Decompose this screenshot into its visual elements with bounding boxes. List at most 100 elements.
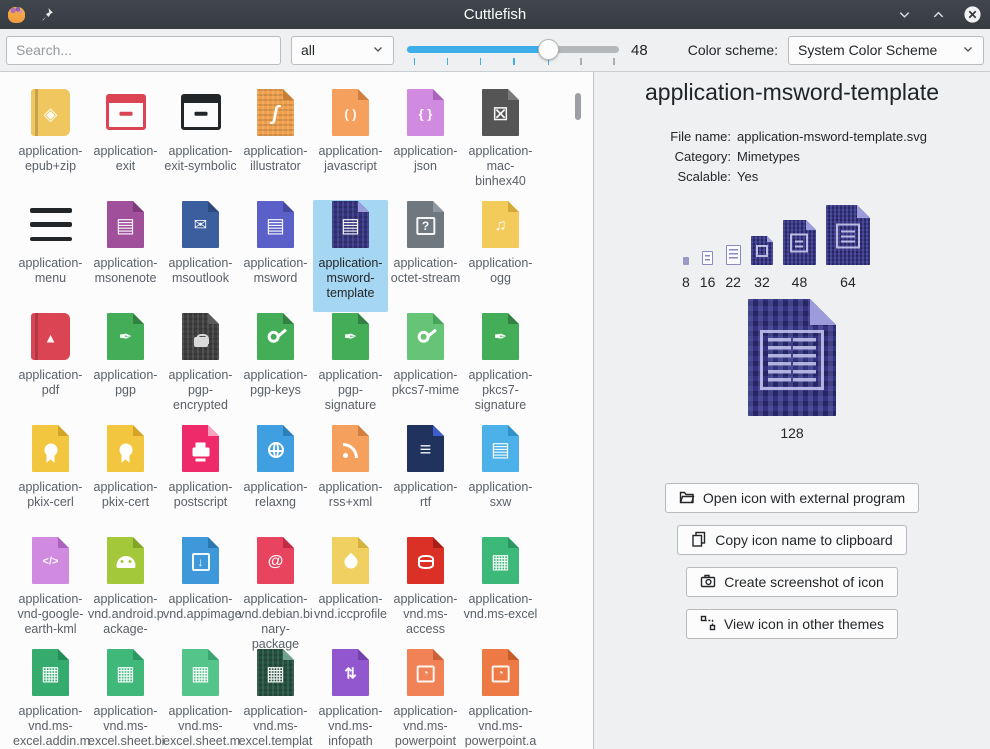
close-button[interactable] <box>963 5 982 24</box>
epub-diamond-emblem: ◈ <box>44 105 58 123</box>
icon-grid-item[interactable]: ✒ application-pgp-signature <box>313 312 388 424</box>
mimetype-icon <box>402 536 450 584</box>
preview-size-label: 64 <box>840 274 856 290</box>
icon-grid-item[interactable]: ʃ application-illustrator <box>238 88 313 200</box>
icon-grid-item[interactable]: application-vnd.android.package- <box>88 536 163 648</box>
icon-grid-item[interactable]: ≡ application-rtf <box>388 424 463 536</box>
envelope-emblem: ✉ <box>194 218 207 234</box>
size-preview: 32 <box>751 236 773 290</box>
icon-grid-item[interactable]: ◔ application-vnd.ms-powerpoint.a <box>463 648 538 749</box>
icon-grid-item[interactable]: ◈ application-epub+zip <box>13 88 88 200</box>
icon-label: application-vnd.ms-excel.addin.m <box>13 704 88 749</box>
icon-grid-item[interactable]: ✒ application-pgp <box>88 312 163 424</box>
icon-grid-item[interactable]: ▦ application-vnd.ms-excel <box>463 536 538 648</box>
icon-label: application-pgp-encrypted <box>163 368 238 413</box>
icon-grid-item[interactable]: { } application-json <box>388 88 463 200</box>
icon-grid-item[interactable]: ▦ application-vnd.ms-excel.sheet.bi <box>88 648 163 749</box>
pin-icon[interactable] <box>39 7 54 22</box>
icon-grid-item[interactable]: ▦ application-vnd.ms-excel.templat <box>238 648 313 749</box>
icon-grid-item[interactable]: application-rss+xml <box>313 424 388 536</box>
icon-grid-item[interactable]: application-vnd.ms-access <box>388 536 463 648</box>
slider-handle[interactable] <box>538 39 559 60</box>
mimetype-icon: ✒ <box>327 312 375 360</box>
icon-grid-item[interactable]: ✉ application-msoutlook <box>163 200 238 312</box>
maximize-button[interactable] <box>929 5 948 24</box>
details-fields: File name: application-msword-template.s… <box>594 127 990 187</box>
parens-emblem: ( ) <box>344 108 356 121</box>
icon-grid-item[interactable]: application-pgp-encrypted <box>163 312 238 424</box>
copy-name-button[interactable]: Copy icon name to clipboard <box>677 525 906 555</box>
icon-grid-item[interactable]: ↓ application-vnd.appimage <box>163 536 238 648</box>
icon-label: application-pgp-signature <box>313 368 388 413</box>
seal-emblem <box>44 444 57 457</box>
icon-grid-item[interactable]: ? application-octet-stream <box>388 200 463 312</box>
icon-label: application-vnd-google-earth-kml <box>13 592 88 637</box>
size-preview: 16 <box>700 251 716 290</box>
mimetype-icon <box>177 312 225 360</box>
icon-label: application-pkix-cert <box>88 480 163 510</box>
mimetype-icon <box>327 424 375 472</box>
icon-grid-item[interactable]: ▤ application-msword-template <box>313 200 388 312</box>
icon-grid-item[interactable]: application-pkcs7-mime <box>388 312 463 424</box>
icon-grid-item[interactable]: </> application-vnd-google-earth-kml <box>13 536 88 648</box>
icon-label: application-pdf <box>13 368 88 398</box>
icon-grid-item[interactable]: ( ) application-javascript <box>313 88 388 200</box>
icon-label: application-msword-template <box>313 256 388 301</box>
selected-icon-title: application-msword-template <box>594 79 990 106</box>
icon-grid-item[interactable]: ♫ application-ogg <box>463 200 538 312</box>
scrollbar[interactable] <box>574 72 582 749</box>
icon-grid-item[interactable]: application-menu <box>13 200 88 312</box>
icon-grid-item[interactable]: ▤ application-msword <box>238 200 313 312</box>
mimetype-icon: ↓ <box>177 536 225 584</box>
icon-grid-item[interactable]: ⊠ application-mac-binhex40 <box>463 88 538 200</box>
icon-label: application-ogg <box>463 256 538 286</box>
rss-emblem <box>343 442 359 458</box>
icon-grid-item[interactable]: application-pgp-keys <box>238 312 313 424</box>
scrollbar-thumb[interactable] <box>575 93 581 120</box>
mimetype-icon: ( ) <box>327 88 375 136</box>
icon-grid-item[interactable]: application-vnd.iccprofile <box>313 536 388 648</box>
icon-grid-item[interactable]: application-postscript <box>163 424 238 536</box>
cuttlefish-logo-icon <box>8 7 25 23</box>
preview-icon <box>751 236 773 265</box>
minimize-button[interactable] <box>895 5 914 24</box>
icon-grid-item[interactable]: ▦ application-vnd.ms-excel.addin.m <box>13 648 88 749</box>
open-external-button[interactable]: Open icon with external program <box>665 483 919 513</box>
icon-grid-item[interactable]: ◔ application-vnd.ms-powerpoint <box>388 648 463 749</box>
preview-size-label: 48 <box>792 274 808 290</box>
size-slider[interactable] <box>407 36 619 65</box>
icon-label: application-vnd.ms-access <box>388 592 463 637</box>
mimetype-icon: ▦ <box>177 648 225 696</box>
icon-label: application-json <box>388 144 463 174</box>
icon-grid-item[interactable]: application-pkix-cerl <box>13 424 88 536</box>
boxed-x-emblem: ⊠ <box>492 104 509 124</box>
mimetype-icon: ▤ <box>477 424 525 472</box>
screenshot-button[interactable]: Create screenshot of icon <box>686 567 898 597</box>
icon-grid-item[interactable]: ▤ application-sxw <box>463 424 538 536</box>
code-tag-emblem: </> <box>43 557 59 568</box>
icon-grid-item[interactable]: ✒ application-pkcs7-signature <box>463 312 538 424</box>
icon-grid-item[interactable]: application-exit-symbolic <box>163 88 238 200</box>
icon-grid-item[interactable]: @ application-vnd.debian.binary-package <box>238 536 313 648</box>
preview-icon <box>826 205 870 265</box>
icon-label: application-sxw <box>463 480 538 510</box>
icon-grid-item[interactable]: ▤ application-msonenote <box>88 200 163 312</box>
swirl-emblem: @ <box>268 554 284 570</box>
lock-emblem <box>194 337 208 347</box>
icon-grid-item[interactable]: ⇅ application-vnd.ms-infopath <box>313 648 388 749</box>
mimetype-icon: ◔ <box>402 648 450 696</box>
icon-grid-item[interactable]: ▲ application-pdf <box>13 312 88 424</box>
category-select[interactable]: all <box>291 36 394 65</box>
details-field-row: Scalable: Yes <box>594 167 990 187</box>
icon-grid-item[interactable]: application-relaxng <box>238 424 313 536</box>
search-input[interactable] <box>6 36 281 65</box>
icon-label: application-vnd.android.package- <box>88 592 163 637</box>
folder-open-icon <box>679 489 695 508</box>
color-scheme-select[interactable]: System Color Scheme <box>788 36 984 65</box>
icon-grid-item[interactable]: ▦ application-vnd.ms-excel.sheet.m <box>163 648 238 749</box>
icon-grid-item[interactable]: application-pkix-cert <box>88 424 163 536</box>
view-themes-button[interactable]: View icon in other themes <box>686 609 898 639</box>
key-emblem <box>265 329 282 346</box>
printer-emblem <box>192 448 209 457</box>
icon-grid-item[interactable]: application-exit <box>88 88 163 200</box>
